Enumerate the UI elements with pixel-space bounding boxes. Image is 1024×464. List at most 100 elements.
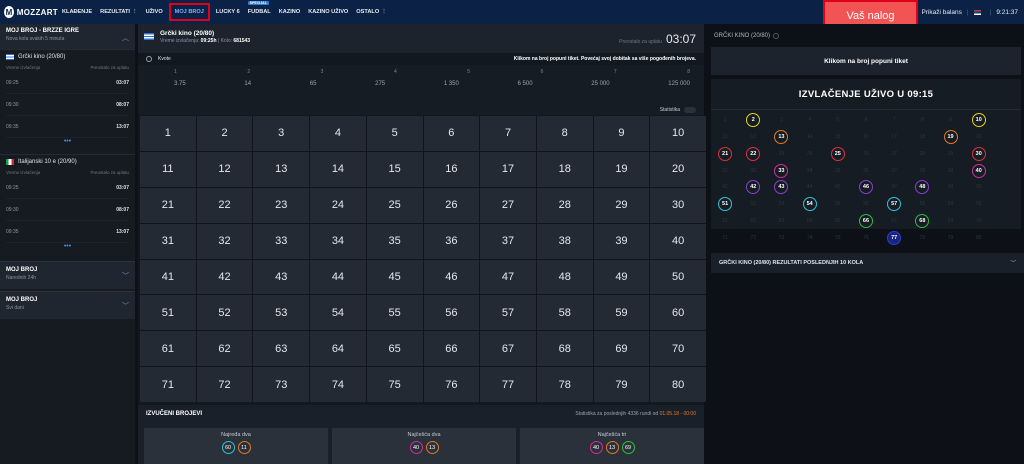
draw-row[interactable]: 09:25 03:07 [6,72,129,94]
number-cell[interactable]: 51 [140,295,196,331]
draw-row[interactable]: 09:25 03:07 [6,177,129,199]
number-cell[interactable]: 55 [366,295,423,331]
number-cell[interactable]: 25 [366,187,423,223]
number-cell[interactable]: 47 [480,259,536,295]
number-cell[interactable]: 34 [310,223,366,259]
number-cell[interactable]: 43 [253,259,310,295]
number-cell[interactable]: 58 [536,295,593,331]
number-cell[interactable]: 59 [593,295,650,331]
mozzart-logo[interactable]: M MOZZART [4,6,58,18]
number-cell[interactable]: 80 [650,367,706,402]
toggle-switch[interactable] [684,107,696,113]
number-cell[interactable]: 68 [536,331,593,367]
more-dots-icon[interactable]: ⋮ [132,9,138,15]
number-cell[interactable]: 14 [310,151,366,187]
more-dots-icon[interactable]: ⋮ [381,9,387,15]
nav-item-ostalo[interactable]: OSTALO ⋮ [352,0,391,24]
draw-row[interactable]: 09:35 13:07 [6,116,129,138]
number-cell[interactable]: 23 [253,187,310,223]
number-cell[interactable]: 64 [310,331,366,367]
quick-games-header[interactable]: MOJ BROJ - BRZZE IGRE Nova kola svakih 5… [0,24,135,49]
number-cell[interactable]: 56 [423,295,480,331]
number-cell[interactable]: 18 [536,151,593,187]
nav-item-uživo[interactable]: UŽIVO [142,0,167,24]
number-cell[interactable]: 7 [480,116,536,151]
number-cell[interactable]: 13 [253,151,310,187]
number-cell[interactable]: 50 [650,259,706,295]
number-cell[interactable]: 20 [650,151,706,187]
number-cell[interactable]: 3 [253,116,310,151]
number-cell[interactable]: 36 [423,223,480,259]
number-cell[interactable]: 72 [196,367,253,402]
chevron-down-icon[interactable]: ﹀ [122,271,129,281]
more-icon[interactable]: ••• [6,138,129,150]
nav-item-moj-broj[interactable]: MOJ BROJ [168,3,210,21]
number-cell[interactable]: 1 [140,116,196,151]
number-cell[interactable]: 44 [310,259,366,295]
draw-row[interactable]: 09:30 08:07 [6,94,129,116]
number-cell[interactable]: 16 [423,151,480,187]
number-cell[interactable]: 61 [140,331,196,367]
number-cell[interactable]: 4 [310,116,366,151]
number-cell[interactable]: 39 [593,223,650,259]
number-cell[interactable]: 46 [423,259,480,295]
statistics-toggle[interactable]: Statistika [660,107,696,113]
number-cell[interactable]: 79 [593,367,650,402]
number-cell[interactable]: 48 [536,259,593,295]
number-cell[interactable]: 52 [196,295,253,331]
number-cell[interactable]: 69 [593,331,650,367]
nav-item-klađenje[interactable]: KLAĐENJE [58,0,96,24]
number-cell[interactable]: 53 [253,295,310,331]
number-cell[interactable]: 8 [536,116,593,151]
nav-item-lucky-6[interactable]: LUCKY 6 [212,0,244,24]
number-cell[interactable]: 78 [536,367,593,402]
number-cell[interactable]: 32 [196,223,253,259]
number-cell[interactable]: 19 [593,151,650,187]
number-cell[interactable]: 10 [650,116,706,151]
chevron-up-icon[interactable]: ︿ [122,33,129,43]
number-cell[interactable]: 21 [140,187,196,223]
number-cell[interactable]: 54 [310,295,366,331]
kvote-radio[interactable] [146,56,152,62]
number-cell[interactable]: 12 [196,151,253,187]
number-cell[interactable]: 17 [480,151,536,187]
number-cell[interactable]: 30 [650,187,706,223]
number-cell[interactable]: 75 [366,367,423,402]
info-icon[interactable] [773,32,780,39]
number-cell[interactable]: 41 [140,259,196,295]
number-cell[interactable]: 35 [366,223,423,259]
italian-kino-title[interactable]: Italijanski 10 e (20/90) [6,159,129,165]
number-cell[interactable]: 9 [593,116,650,151]
number-cell[interactable]: 24 [310,187,366,223]
nav-item-fudbal[interactable]: SPECIJAL FUDBAL [244,0,275,24]
draw-row[interactable]: 09:35 13:07 [6,221,129,243]
chevron-down-icon[interactable]: ﹀ [122,301,129,311]
more-icon[interactable]: ••• [6,243,129,255]
number-cell[interactable]: 26 [423,187,480,223]
number-cell[interactable]: 6 [423,116,480,151]
last-10-rounds-accordion[interactable]: GRČKI KINO (20/80) REZULTATI POSLEDNJIH … [711,253,1024,273]
number-cell[interactable]: 28 [536,187,593,223]
draw-row[interactable]: 09:30 08:07 [6,199,129,221]
number-cell[interactable]: 37 [480,223,536,259]
nav-item-kazino-uživo[interactable]: KAZINO UŽIVO [304,0,352,24]
number-cell[interactable]: 5 [366,116,423,151]
number-cell[interactable]: 33 [253,223,310,259]
language-flag-icon[interactable] [973,9,981,15]
number-cell[interactable]: 67 [480,331,536,367]
number-cell[interactable]: 22 [196,187,253,223]
category-all-days[interactable]: MOJ BROJ Svi dani ﹀ [0,291,135,319]
number-cell[interactable]: 70 [650,331,706,367]
number-cell[interactable]: 63 [253,331,310,367]
number-cell[interactable]: 77 [480,367,536,402]
number-cell[interactable]: 66 [423,331,480,367]
number-cell[interactable]: 71 [140,367,196,402]
fill-ticket-button[interactable]: Klikom na broj popuni tiket [711,47,1021,75]
chevron-down-icon[interactable]: ﹀ [1010,259,1016,267]
number-cell[interactable]: 42 [196,259,253,295]
category-next-24h[interactable]: MOJ BROJ Narednih 24h ﹀ [0,261,135,289]
greek-kino-title[interactable]: Grčki kino (20/80) [6,54,129,60]
number-cell[interactable]: 45 [366,259,423,295]
number-cell[interactable]: 29 [593,187,650,223]
nav-item-kazino[interactable]: KAZINO [275,0,304,24]
